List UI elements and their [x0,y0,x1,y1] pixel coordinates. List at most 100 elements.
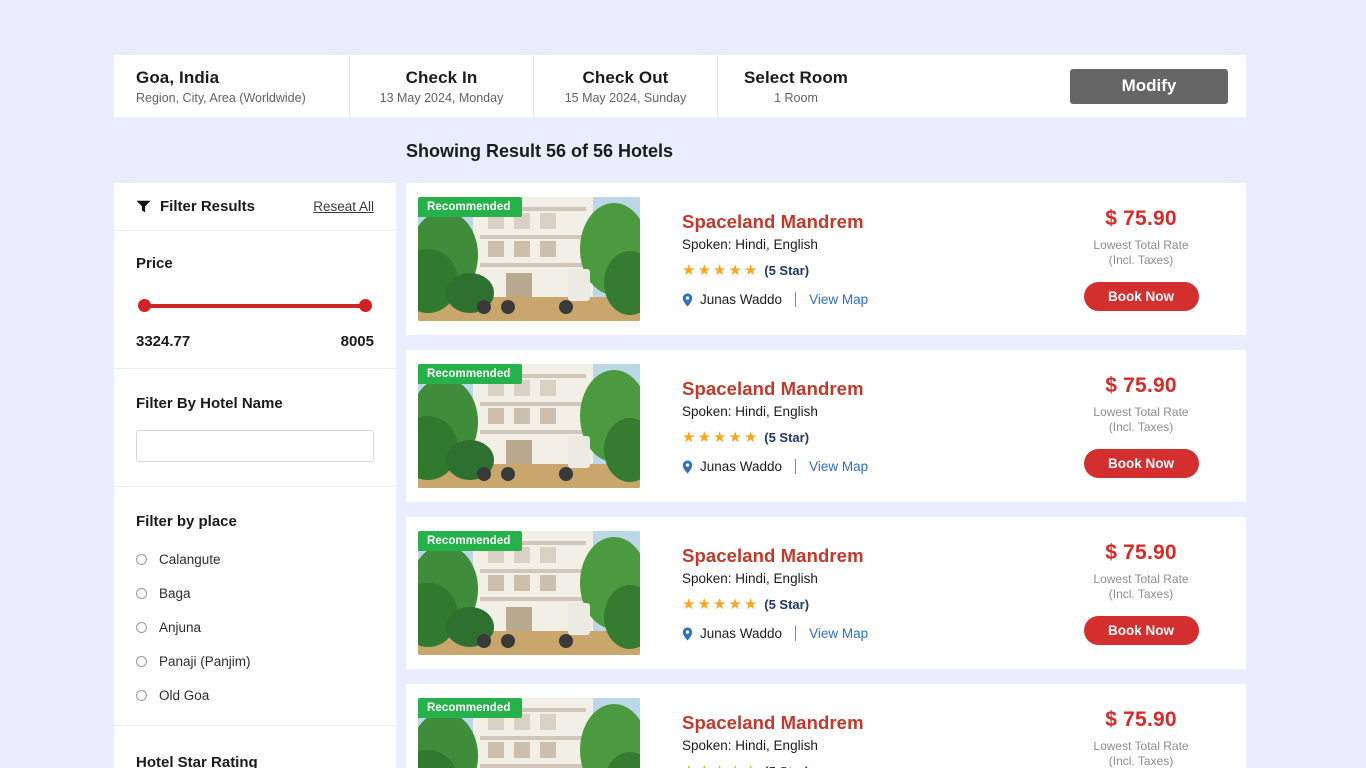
place-option-old-goa[interactable]: Old Goa [136,688,374,703]
location-divider [795,459,796,474]
place-option-anjuna[interactable]: Anjuna [136,620,374,635]
place-option-label: Old Goa [159,688,209,703]
price-range-slider[interactable] [138,299,372,313]
star-rating-icons: ★ ★ ★ ★ ★ [682,430,757,445]
rate-note-line1: Lowest Total Rate [1093,739,1188,754]
check-out-field[interactable]: Check Out 15 May 2024, Sunday [534,55,718,117]
hotel-languages: Spoken: Hindi, English [682,571,1036,586]
hotel-card[interactable]: Recommended Spaceland Mandrem Spoken: Hi… [406,183,1246,335]
hotel-name-link[interactable]: Spaceland Mandrem [682,545,1036,567]
star-icon: ★ [728,597,741,612]
location-pin-icon [682,460,693,474]
hotel-location-text: Junas Waddo [700,292,782,307]
rate-note-line2: (Incl. Taxes) [1093,587,1188,602]
destination-subtitle: Region, City, Area (Worldwide) [136,91,306,105]
radio-icon[interactable] [136,588,147,599]
hotel-info: Spaceland Mandrem Spoken: Hindi, English… [640,211,1036,307]
view-map-link[interactable]: View Map [809,459,868,474]
filter-results-label: Filter Results [160,198,255,215]
reset-all-link[interactable]: Reseat All [313,199,374,214]
hotel-results-list: Recommended Spaceland Mandrem Spoken: Hi… [406,183,1246,768]
rate-note-line1: Lowest Total Rate [1093,238,1188,253]
hotel-location-row: Junas Waddo View Map [682,626,1036,641]
price-range-values: 3324.77 8005 [136,333,374,350]
star-icon: ★ [697,764,710,768]
star-icon: ★ [682,764,695,768]
select-room-field[interactable]: Select Room 1 Room [718,55,874,117]
check-in-date: 13 May 2024, Monday [380,91,504,105]
price-slider-max-handle[interactable] [359,299,372,312]
radio-icon[interactable] [136,622,147,633]
star-icon: ★ [682,263,695,278]
hotel-rating: ★ ★ ★ ★ ★ (5 Star) [682,263,1036,278]
hotel-price: $ 75.90 [1105,207,1176,231]
hotel-name-link[interactable]: Spaceland Mandrem [682,378,1036,400]
hotel-price: $ 75.90 [1105,708,1176,732]
hotel-thumbnail-container[interactable]: Recommended [418,364,640,488]
hotel-info: Spaceland Mandrem Spoken: Hindi, English… [640,712,1036,768]
hotel-price-column: $ 75.90 Lowest Total Rate (Incl. Taxes) … [1036,207,1246,311]
book-now-button[interactable]: Book Now [1084,282,1199,311]
filter-sidebar: Filter Results Reseat All Price 3324.77 … [114,183,396,768]
hotel-thumbnail-container[interactable]: Recommended [418,531,640,655]
select-room-title: Select Room [744,68,848,88]
hotel-location-row: Junas Waddo View Map [682,292,1036,307]
modify-button-container: Modify [1070,55,1246,117]
book-now-button[interactable]: Book Now [1084,616,1199,645]
view-map-link[interactable]: View Map [809,292,868,307]
star-rating-icons: ★ ★ ★ ★ ★ [682,263,757,278]
destination-title: Goa, India [136,68,219,88]
hotel-card[interactable]: Recommended Spaceland Mandrem Spoken: Hi… [406,684,1246,768]
destination-field[interactable]: Goa, India Region, City, Area (Worldwide… [114,55,350,117]
hotel-languages: Spoken: Hindi, English [682,237,1036,252]
view-map-link[interactable]: View Map [809,626,868,641]
hotel-price: $ 75.90 [1105,374,1176,398]
rate-note: Lowest Total Rate (Incl. Taxes) [1093,572,1188,602]
hotel-info: Spaceland Mandrem Spoken: Hindi, English… [640,378,1036,474]
star-icon: ★ [744,597,757,612]
star-rating-filter-title: Hotel Star Rating [136,754,374,768]
hotel-card[interactable]: Recommended Spaceland Mandrem Spoken: Hi… [406,350,1246,502]
place-filter-title: Filter by place [136,513,374,530]
hotel-name-input[interactable] [136,430,374,462]
rate-note: Lowest Total Rate (Incl. Taxes) [1093,405,1188,435]
hotel-thumbnail-container[interactable]: Recommended [418,197,640,321]
check-in-field[interactable]: Check In 13 May 2024, Monday [350,55,534,117]
place-option-baga[interactable]: Baga [136,586,374,601]
book-now-button[interactable]: Book Now [1084,449,1199,478]
star-icon: ★ [713,430,726,445]
place-option-calangute[interactable]: Calangute [136,552,374,567]
check-out-title: Check Out [583,68,669,88]
rate-note-line2: (Incl. Taxes) [1093,420,1188,435]
price-slider-min-handle[interactable] [138,299,151,312]
hotel-name-link[interactable]: Spaceland Mandrem [682,712,1036,734]
hotel-location-text: Junas Waddo [700,459,782,474]
recommended-badge: Recommended [418,197,522,217]
price-filter-title: Price [136,255,374,272]
radio-icon[interactable] [136,554,147,565]
hotel-name-link[interactable]: Spaceland Mandrem [682,211,1036,233]
hotel-languages: Spoken: Hindi, English [682,738,1036,753]
hotel-languages: Spoken: Hindi, English [682,404,1036,419]
hotel-rating: ★ ★ ★ ★ ★ (5 Star) [682,764,1036,768]
recommended-badge: Recommended [418,698,522,718]
place-option-label: Baga [159,586,191,601]
hotel-rating: ★ ★ ★ ★ ★ (5 Star) [682,430,1036,445]
rate-note-line2: (Incl. Taxes) [1093,754,1188,768]
hotel-price: $ 75.90 [1105,541,1176,565]
hotel-info: Spaceland Mandrem Spoken: Hindi, English… [640,545,1036,641]
hotel-thumbnail-container[interactable]: Recommended [418,698,640,768]
recommended-badge: Recommended [418,531,522,551]
modify-button[interactable]: Modify [1070,69,1228,104]
radio-icon[interactable] [136,690,147,701]
price-slider-track [144,304,366,308]
hotel-location-row: Junas Waddo View Map [682,459,1036,474]
hotel-card[interactable]: Recommended Spaceland Mandrem Spoken: Hi… [406,517,1246,669]
price-min-value: 3324.77 [136,333,190,350]
searchbar-spacer [874,55,1070,117]
star-icon: ★ [682,597,695,612]
star-icon: ★ [728,764,741,768]
place-option-panaji[interactable]: Panaji (Panjim) [136,654,374,669]
radio-icon[interactable] [136,656,147,667]
place-option-label: Calangute [159,552,221,567]
